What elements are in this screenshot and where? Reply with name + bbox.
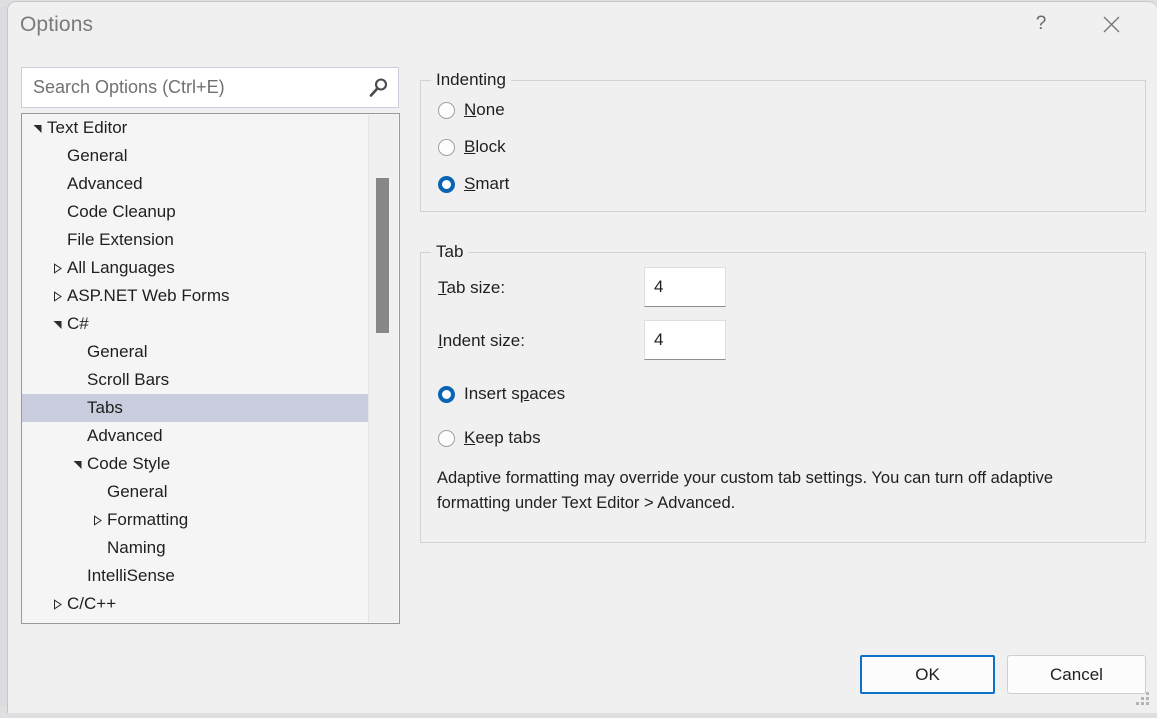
- label-rest: eep tabs: [475, 428, 540, 447]
- tree-item-label: C#: [67, 314, 89, 334]
- label-rest: one: [476, 100, 504, 119]
- tree-item-general[interactable]: General: [22, 142, 371, 170]
- tree-list: Text Editor General Advanced Code Cleanup Fi…: [22, 114, 371, 618]
- tree-item-asp-net-web-forms[interactable]: ASP.NET Web Forms: [22, 282, 371, 310]
- tree-item-general[interactable]: General: [22, 338, 371, 366]
- tab-radio-insert-spaces[interactable]: Insert spaces: [438, 384, 565, 404]
- radio-unchecked-icon[interactable]: [438, 139, 455, 156]
- tree-scrollbar[interactable]: [368, 115, 398, 622]
- indenting-group-title: Indenting: [431, 70, 511, 90]
- close-icon: [1103, 16, 1120, 33]
- accelerator-letter: N: [464, 100, 476, 119]
- chevron-right-icon[interactable]: [91, 514, 103, 526]
- search-icon[interactable]: [368, 77, 390, 99]
- chevron-right-icon[interactable]: [51, 290, 63, 302]
- ok-button[interactable]: OK: [860, 655, 995, 694]
- label-pre: Insert s: [464, 384, 520, 403]
- tree-item-label: General: [107, 482, 167, 502]
- resize-grip[interactable]: [1135, 691, 1149, 705]
- indenting-radio-label: None: [464, 100, 505, 120]
- tree-item-label: Tabs: [87, 398, 123, 418]
- tab-radio-label: Keep tabs: [464, 428, 541, 448]
- search-box[interactable]: [21, 67, 399, 108]
- page-title: Options: [20, 13, 93, 37]
- indenting-group: Indenting NoneBlockSmart: [420, 80, 1146, 212]
- tree-item-advanced[interactable]: Advanced: [22, 170, 371, 198]
- tree-item-formatting[interactable]: Formatting: [22, 506, 371, 534]
- tree-item-code-style[interactable]: Code Style: [22, 450, 371, 478]
- radio-checked-icon[interactable]: [438, 176, 455, 193]
- tree-item-naming[interactable]: Naming: [22, 534, 371, 562]
- close-button[interactable]: [1088, 2, 1134, 46]
- tree-item-label: Formatting: [107, 510, 188, 530]
- tree-item-label: Advanced: [87, 426, 163, 446]
- tree-item-label: Naming: [107, 538, 166, 558]
- tree-item-label: General: [67, 146, 127, 166]
- accelerator-letter: K: [464, 428, 475, 447]
- help-button[interactable]: ?: [1018, 2, 1064, 46]
- indent-size-label: Indent size:: [438, 331, 525, 351]
- tree-item-label: C/C++: [67, 594, 116, 614]
- indenting-radio-none[interactable]: None: [438, 100, 505, 120]
- tree-item-all-languages[interactable]: All Languages: [22, 254, 371, 282]
- accelerator-letter: B: [464, 137, 475, 156]
- tree-item-label: Code Cleanup: [67, 202, 176, 222]
- chevron-right-icon[interactable]: [51, 598, 63, 610]
- tab-group-title: Tab: [431, 242, 468, 262]
- tree-item-label: IntelliSense: [87, 566, 175, 586]
- tree-item-file-extension[interactable]: File Extension: [22, 226, 371, 254]
- radio-unchecked-icon[interactable]: [438, 430, 455, 447]
- indenting-radio-block[interactable]: Block: [438, 137, 506, 157]
- options-dialog: Options ?: [7, 1, 1157, 713]
- tab-size-label: Tab size:: [438, 278, 505, 298]
- desktop-background: Options ?: [0, 0, 1157, 718]
- indenting-radio-label: Smart: [464, 174, 509, 194]
- chevron-down-icon[interactable]: [71, 458, 83, 470]
- indent-size-input[interactable]: [645, 321, 725, 359]
- tab-radio-label: Insert spaces: [464, 384, 565, 404]
- accelerator-letter: S: [464, 174, 475, 193]
- label-rest: lock: [475, 137, 505, 156]
- search-input[interactable]: [33, 68, 353, 107]
- tab-size-input[interactable]: [645, 268, 725, 306]
- tree-item-label: All Languages: [67, 258, 175, 278]
- adaptive-formatting-note: Adaptive formatting may override your cu…: [437, 466, 1097, 516]
- tree-scrollbar-thumb[interactable]: [376, 178, 389, 333]
- tab-size-field[interactable]: [644, 267, 726, 307]
- tree-item-label: File Extension: [67, 230, 174, 250]
- tree-item-label: Advanced: [67, 174, 143, 194]
- tree-item-advanced[interactable]: Advanced: [22, 422, 371, 450]
- question-mark-icon: ?: [1036, 13, 1047, 35]
- cancel-button[interactable]: Cancel: [1007, 655, 1146, 694]
- tree-item-general[interactable]: General: [22, 478, 371, 506]
- chevron-down-icon[interactable]: [51, 318, 63, 330]
- indenting-radio-smart[interactable]: Smart: [438, 174, 509, 194]
- chevron-right-icon[interactable]: [51, 262, 63, 274]
- tree-item-c[interactable]: C#: [22, 310, 371, 338]
- title-bar[interactable]: Options ?: [8, 2, 1156, 48]
- label-rest: mart: [475, 174, 509, 193]
- tree-item-code-cleanup[interactable]: Code Cleanup: [22, 198, 371, 226]
- tree-item-label: Scroll Bars: [87, 370, 169, 390]
- tree-item-intellisense[interactable]: IntelliSense: [22, 562, 371, 590]
- tree-item-label: Code Style: [87, 454, 170, 474]
- tree-item-c-c[interactable]: C/C++: [22, 590, 371, 618]
- tree-item-label: ASP.NET Web Forms: [67, 286, 230, 306]
- accelerator-letter: p: [520, 384, 529, 403]
- tree-item-tabs[interactable]: Tabs: [22, 394, 370, 422]
- indent-size-field[interactable]: [644, 320, 726, 360]
- indenting-radio-label: Block: [464, 137, 506, 157]
- label-rest: aces: [529, 384, 565, 403]
- tree-item-label: General: [87, 342, 147, 362]
- chevron-down-icon[interactable]: [31, 122, 43, 134]
- options-tree[interactable]: Text Editor General Advanced Code Cleanup Fi…: [21, 113, 400, 624]
- radio-checked-icon[interactable]: [438, 386, 455, 403]
- tree-item-text-editor[interactable]: Text Editor: [22, 114, 371, 142]
- tree-item-scroll-bars[interactable]: Scroll Bars: [22, 366, 371, 394]
- tree-item-label: Text Editor: [47, 118, 127, 138]
- radio-unchecked-icon[interactable]: [438, 102, 455, 119]
- tab-radio-keep-tabs[interactable]: Keep tabs: [438, 428, 541, 448]
